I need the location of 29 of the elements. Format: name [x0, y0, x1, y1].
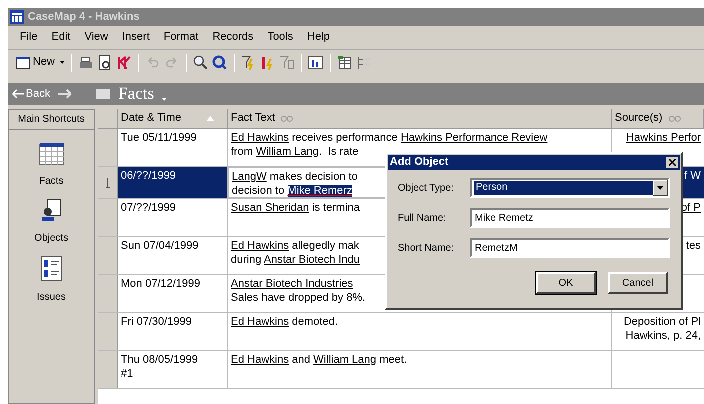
source-text: Hawkins, p. 24, — [626, 329, 701, 343]
fact-text: Ed Hawkins and William Lang meet. — [231, 353, 408, 367]
panel-header: Main Shortcuts — [9, 110, 94, 130]
table-cell: Mon 07/12/1999 — [118, 275, 228, 312]
fact-text: Ed Hawkins allegedly mak — [231, 239, 360, 253]
table-cell: 06/??/1999 — [118, 167, 228, 198]
source-text: f W — [684, 169, 701, 183]
fact-text: Ed Hawkins receives performance Hawkins Performance Review — [231, 131, 548, 145]
field-label: Object Type: — [398, 182, 455, 196]
fact-text: during Anstar Biotech Indu — [231, 253, 360, 267]
field-label: Short Name: — [398, 242, 456, 256]
table-cell: Sun 07/04/1999 — [118, 237, 228, 274]
fact-text: Sales have dropped by 8%. — [231, 291, 366, 305]
source-text: tes — [686, 239, 701, 253]
field-label: Full Name: — [398, 212, 448, 226]
source-text: Deposition of Pl — [624, 315, 701, 329]
fact-text: Ed Hawkins demoted. — [231, 315, 338, 329]
source-text: Hawkins Perfor — [626, 131, 701, 145]
location-title: Facts — [118, 84, 154, 104]
window-title: CaseMap 4 - Hawkins — [28, 10, 140, 25]
fact-text: Susan Sheridan is termina — [231, 201, 360, 215]
table-cell: 07/??/1999 — [118, 199, 228, 236]
fact-text: Anstar Biotech Industries — [231, 277, 354, 291]
table-cell: Tue 05/11/1999 — [118, 129, 228, 166]
fact-text: decision to Mike Remerz — [232, 184, 352, 197]
table-cell: Thu 08/05/1999 #1 — [118, 351, 228, 388]
table-cell: Fri 07/30/1999 — [118, 313, 228, 350]
fact-text: LangW makes decision to — [232, 170, 358, 184]
fact-text: from William Lang. Is rate — [231, 145, 359, 159]
